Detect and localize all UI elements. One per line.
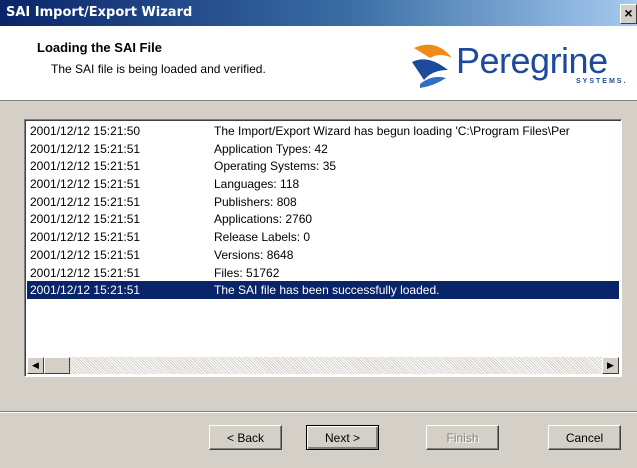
log-row-message: Application Types: 42 bbox=[214, 141, 328, 156]
log-row-message: Release Labels: 0 bbox=[214, 230, 311, 245]
log-row-message: Applications: 2760 bbox=[214, 212, 313, 227]
button-divider bbox=[0, 411, 637, 413]
log-row-message: Languages: 118 bbox=[214, 177, 300, 192]
log-row-message: Files: 51762 bbox=[214, 265, 280, 280]
log-row-message: Versions: 8648 bbox=[214, 247, 294, 262]
page-title: Loading the SAI File bbox=[37, 40, 162, 55]
log-row[interactable]: 2001/12/12 15:21:51 Applications: 2760 bbox=[27, 210, 619, 228]
logo-text: Peregrine bbox=[456, 40, 608, 81]
log-row-time: 2001/12/12 15:21:50 bbox=[30, 124, 141, 138]
log-row-time: 2001/12/12 15:21:51 bbox=[30, 141, 141, 156]
wizard-header: Loading the SAI File The SAI file is bei… bbox=[0, 26, 637, 101]
log-row-time: 2001/12/12 15:21:51 bbox=[30, 283, 141, 298]
log-row[interactable]: 2001/12/12 15:21:51 Publishers: 808 bbox=[27, 193, 619, 211]
back-button[interactable]: < Back bbox=[209, 425, 282, 450]
log-row[interactable]: 2001/12/12 15:21:51 The SAI file has been… bbox=[27, 281, 619, 299]
window-title: SAI Import/Export Wizard bbox=[6, 5, 193, 20]
log-row-time: 2001/12/12 15:21:51 bbox=[30, 159, 141, 174]
log-row-message: Operating Systems: 35 bbox=[214, 159, 337, 174]
log-row-message: Publishers: 808 bbox=[214, 194, 297, 209]
scroll-thumb[interactable] bbox=[44, 357, 70, 374]
log-row-time: 2001/12/12 15:21:51 bbox=[30, 265, 141, 280]
log-row[interactable]: 2001/12/12 15:21:51 Operating Systems: 35 bbox=[27, 157, 619, 175]
peregrine-logo: Peregrine SYSTEMS. bbox=[408, 36, 633, 96]
log-row[interactable]: 2001/12/12 15:21:51 Application Types: 42 bbox=[27, 140, 619, 158]
log-row-time: 2001/12/12 15:21:51 bbox=[30, 177, 141, 192]
next-button[interactable]: Next > bbox=[306, 425, 379, 450]
page-subtitle: The SAI file is being loaded and verifie… bbox=[51, 62, 266, 76]
log-row-time: 2001/12/12 15:21:51 bbox=[30, 212, 141, 227]
scroll-left-button[interactable]: ◀ bbox=[27, 357, 44, 374]
log-row[interactable]: 2001/12/12 15:21:51 Files: 51762 bbox=[27, 264, 619, 282]
logo-subtext: SYSTEMS. bbox=[576, 78, 628, 85]
title-bar[interactable]: SAI Import/Export Wizard × bbox=[0, 0, 637, 26]
log-row-message: The Import/Export Wizard has begun loadi… bbox=[214, 124, 570, 138]
log-row-message: The SAI file has been successfully loade… bbox=[214, 283, 440, 298]
log-listbox[interactable]: 2001/12/12 15:21:50 The Import/Export Wiz… bbox=[24, 119, 622, 377]
log-row[interactable]: 2001/12/12 15:21:51 Versions: 8648 bbox=[27, 246, 619, 264]
log-row[interactable]: 2001/12/12 15:21:51 Release Labels: 0 bbox=[27, 228, 619, 246]
log-row[interactable]: 2001/12/12 15:21:50 The Import/Export Wiz… bbox=[27, 122, 619, 140]
horizontal-scrollbar[interactable]: ◀ ▶ bbox=[27, 357, 619, 374]
cancel-button[interactable]: Cancel bbox=[548, 425, 621, 450]
close-button[interactable]: × bbox=[620, 4, 637, 24]
log-row-time: 2001/12/12 15:21:51 bbox=[30, 194, 141, 209]
log-row[interactable]: 2001/12/12 15:21:51 Languages: 118 bbox=[27, 175, 619, 193]
scroll-right-button[interactable]: ▶ bbox=[602, 357, 619, 374]
finish-button[interactable]: Finish bbox=[426, 425, 499, 450]
log-row-time: 2001/12/12 15:21:51 bbox=[30, 230, 141, 245]
log-row-time: 2001/12/12 15:21:51 bbox=[30, 247, 141, 262]
log-rows: 2001/12/12 15:21:50 The Import/Export Wiz… bbox=[27, 122, 619, 299]
peregrine-logo-mark-icon bbox=[412, 44, 452, 88]
